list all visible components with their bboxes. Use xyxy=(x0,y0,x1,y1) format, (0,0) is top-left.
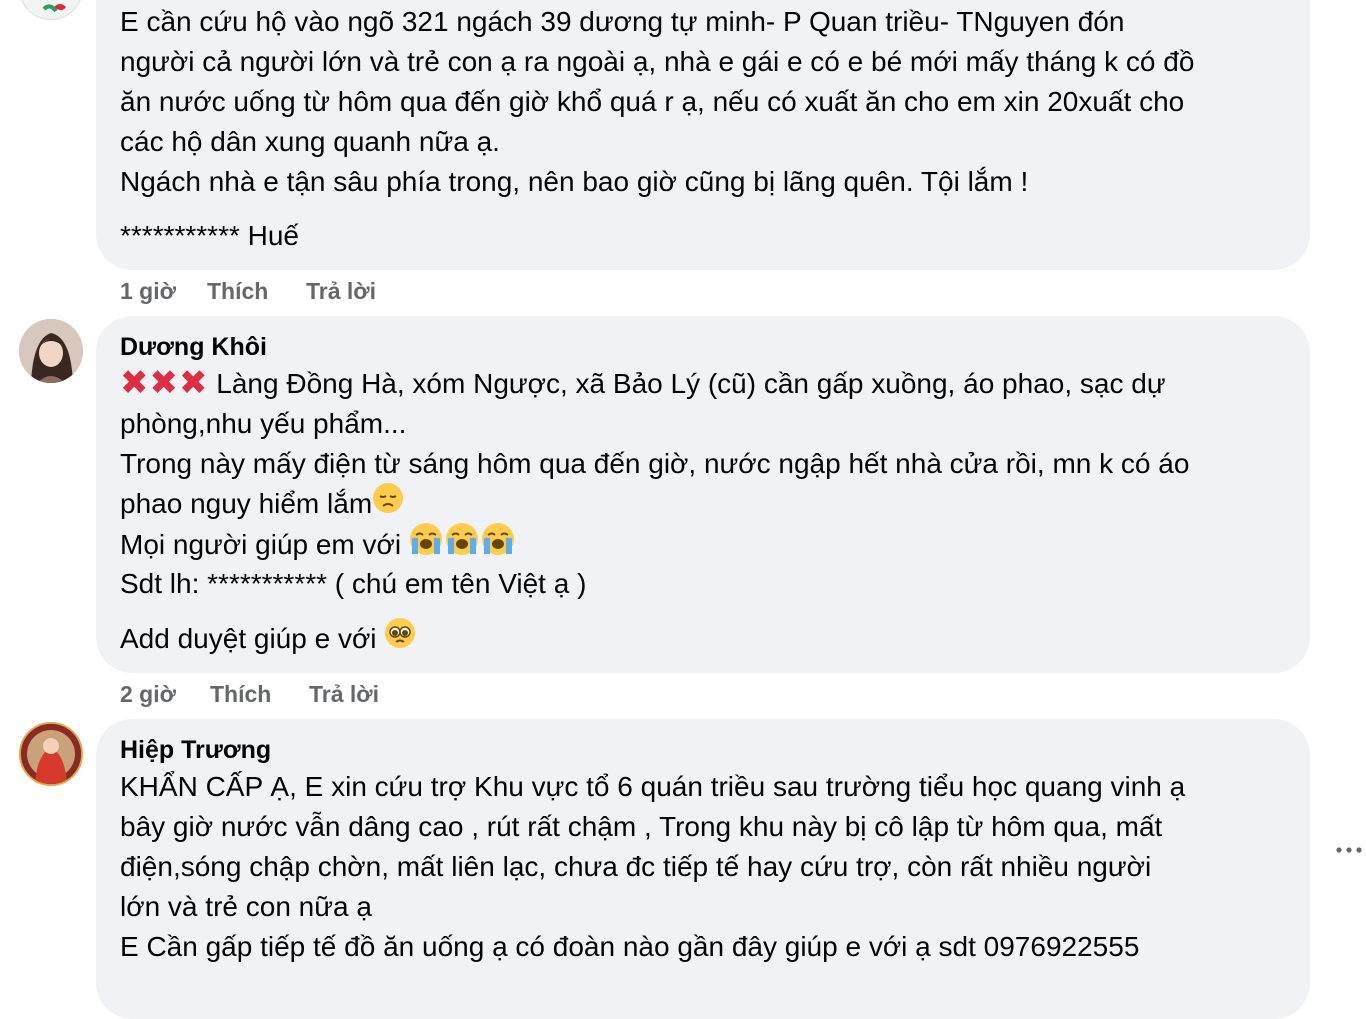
comment-text-line: phao nguy hiểm lắm xyxy=(120,482,404,527)
comment-text: Làng Đồng Hà, xóm Ngược, xã Bảo Lý (cũ) … xyxy=(208,368,1166,399)
comment-bubble: E cần cứu hộ vào ngõ 321 ngách 39 dương … xyxy=(96,0,1310,270)
comment-text-line: ✖✖✖ Làng Đồng Hà, xóm Ngược, xã Bảo Lý (… xyxy=(120,364,1166,404)
pleading-face-icon xyxy=(384,617,416,660)
comment-text-line: người cả người lớn và trẻ con ạ ra ngoài… xyxy=(120,46,1195,77)
comment-text: Add duyệt giúp e với xyxy=(120,623,385,654)
comment-text-line: Mọi người giúp em với xyxy=(120,522,517,569)
avatar-photo-icon xyxy=(21,724,81,784)
cross-mark-icon: ✖ xyxy=(179,362,208,403)
avatar[interactable] xyxy=(19,0,83,20)
comment-author[interactable]: Hiệp Trương xyxy=(120,735,271,765)
comment-text-line: *********** Huế xyxy=(120,220,300,251)
comment-text-line: các hộ dân xung quanh nữa ạ. xyxy=(120,126,500,157)
comment-text-line: KHẨN CẤP Ạ, E xin cứu trợ Khu vực tổ 6 q… xyxy=(120,771,1186,802)
comment-text-line: ăn nước uống từ hôm qua đến giờ khổ quá … xyxy=(120,86,1185,117)
comment-text-line: Trong này mấy điện từ sáng hôm qua đến g… xyxy=(120,448,1190,479)
like-button[interactable]: Thích xyxy=(210,680,271,708)
comment-timestamp[interactable]: 2 giờ xyxy=(120,680,176,708)
avatar-logo-icon xyxy=(21,0,82,19)
comment-text-line: E Cần gấp tiếp tế đồ ăn uống ạ có đoàn n… xyxy=(120,931,1140,962)
like-button[interactable]: Thích xyxy=(207,277,268,305)
comment-timestamp[interactable]: 1 giờ xyxy=(120,277,176,305)
avatar-photo-icon xyxy=(19,319,83,383)
reply-button[interactable]: Trả lời xyxy=(306,277,376,305)
comment-text-line: phòng,nhu yếu phẩm... xyxy=(120,408,407,439)
more-options-icon[interactable] xyxy=(1334,840,1364,860)
avatar[interactable] xyxy=(19,722,83,786)
comment-text-line: Add duyệt giúp e với xyxy=(120,617,416,662)
comment-author[interactable]: Dương Khôi xyxy=(120,332,267,362)
reply-button[interactable]: Trả lời xyxy=(309,680,379,708)
comment-text-line: lớn và trẻ con nữa ạ xyxy=(120,891,372,922)
comment-text-line: Ngách nhà e tận sâu phía trong, nên bao … xyxy=(120,166,1029,197)
disappointed-face-icon xyxy=(372,482,404,525)
cross-mark-icon: ✖ xyxy=(149,362,179,403)
loudly-crying-face-icon xyxy=(409,522,517,567)
comment-text-line: điện,sóng chập chờn, mất liên lạc, chưa … xyxy=(120,851,1152,882)
comment-text: phao nguy hiểm lắm xyxy=(120,488,373,519)
avatar[interactable] xyxy=(19,319,83,383)
cross-mark-icon: ✖ xyxy=(120,362,149,403)
comment-text-line: E cần cứu hộ vào ngõ 321 ngách 39 dương … xyxy=(120,6,1125,37)
comment-text-line: Sdt lh: *********** ( chú em tên Việt ạ … xyxy=(120,568,587,599)
comment-text-line: bây giờ nước vẫn dâng cao , rút rất chậm… xyxy=(120,811,1163,842)
comment-bubble: Dương Khôi ✖✖✖ Làng Đồng Hà, xóm Ngược, … xyxy=(96,316,1310,673)
comment-bubble: Hiệp Trương KHẨN CẤP Ạ, E xin cứu trợ Kh… xyxy=(96,719,1310,1019)
comment-text: Mọi người giúp em với xyxy=(120,528,409,560)
